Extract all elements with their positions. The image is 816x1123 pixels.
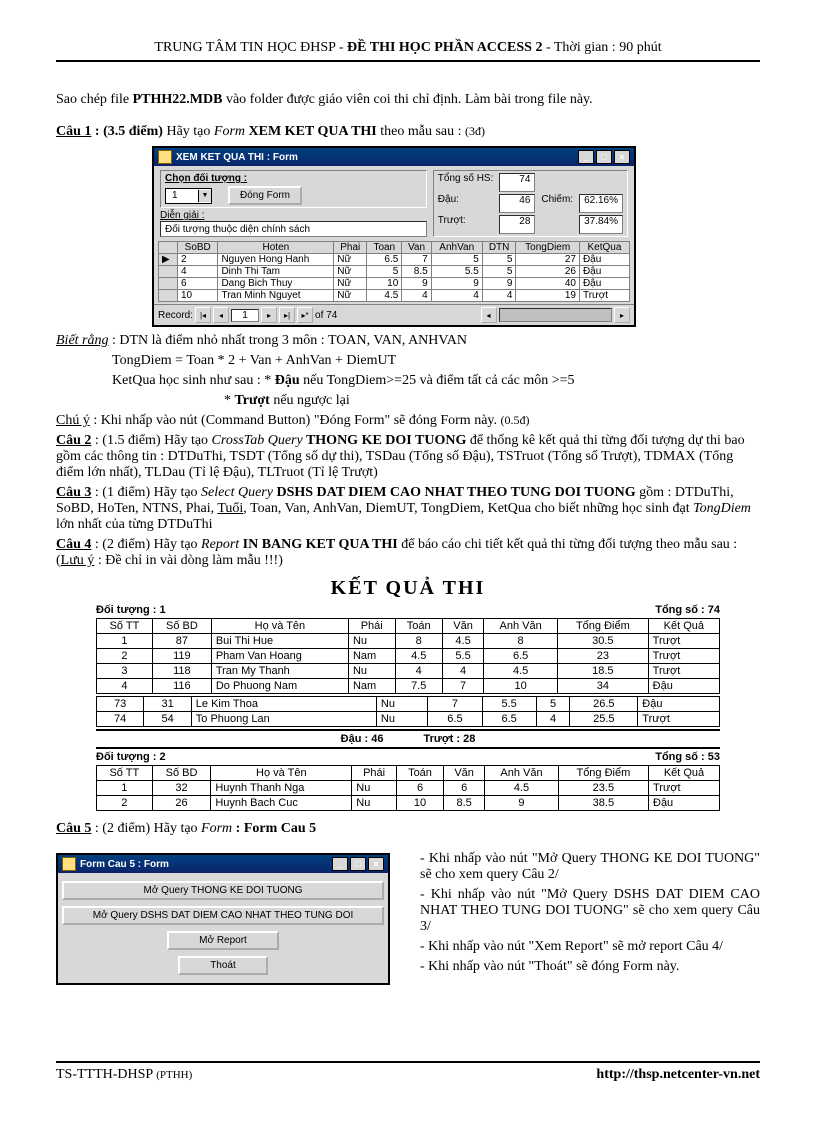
truot-value: 28 bbox=[499, 215, 535, 234]
form-cau5-window: Form Cau 5 : Form _ □ × Mở Query THONG K… bbox=[56, 853, 390, 985]
tongdiem-formula: TongDiem = Toan * 2 + Van + AnhVan + Die… bbox=[112, 353, 760, 369]
question-1: Câu 1 : (3.5 điểm) Hãy tạo Form XEM KET … bbox=[56, 124, 760, 140]
report-table-2: Số TTSố BDHọ và TênPháiToánVănAnh VănTổn… bbox=[96, 765, 720, 811]
tongso-value: 74 bbox=[499, 173, 535, 192]
titlebar: XEM KET QUA THI : Form _ □ × bbox=[154, 148, 634, 166]
question-4: Câu 4 : (2 điểm) Hãy tạo Report IN BANG … bbox=[56, 537, 760, 569]
hscroll-left-icon[interactable]: ◂ bbox=[481, 307, 497, 323]
open-report-button[interactable]: Mở Report bbox=[167, 931, 279, 950]
close-icon[interactable]: × bbox=[368, 857, 384, 871]
chiem-value: 62.16% bbox=[579, 194, 623, 213]
header-title: ĐỀ THI HỌC PHẦN ACCESS 2 bbox=[347, 40, 542, 55]
footer-left: TS-TTTH-DHSP (PTHH) bbox=[56, 1067, 192, 1083]
chon-doituong-label: Chọn đối tượng : bbox=[165, 173, 422, 184]
header-right: - Thời gian : 90 phút bbox=[542, 40, 661, 55]
prev-record-icon[interactable]: ◂ bbox=[213, 307, 229, 323]
report-table-1b: 7331Le Kim ThoaNu75.5526.5Đậu7454To Phuo… bbox=[96, 696, 720, 727]
data-grid[interactable]: SoBDHotenPhaiToanVanAnhVanDTNTongDiemKet… bbox=[158, 241, 630, 302]
maximize-icon[interactable]: □ bbox=[350, 857, 366, 871]
exit-button[interactable]: Thoát bbox=[178, 956, 268, 975]
doituong-combo[interactable]: 1 ▼ bbox=[165, 188, 212, 204]
report-table-1a: Số TTSố BDHọ và TênPháiToánVănAnh VănTổn… bbox=[96, 618, 720, 694]
new-record-icon[interactable]: ▸* bbox=[297, 307, 313, 323]
dau-value: 46 bbox=[499, 194, 535, 213]
report-group-1-header: Đối tượng : 1 Tổng số : 74 bbox=[96, 604, 720, 616]
maximize-icon[interactable]: □ bbox=[596, 150, 612, 164]
record-navigator[interactable]: Record: |◂ ◂ 1 ▸ ▸| ▸* of 74 ◂ ▸ bbox=[154, 304, 634, 325]
report-body: Đối tượng : 1 Tổng số : 74 Số TTSố BDHọ … bbox=[96, 604, 720, 811]
window-title: XEM KET QUA THI : Form bbox=[176, 152, 298, 163]
hscrollbar[interactable] bbox=[499, 308, 612, 322]
question-5: Câu 5 : (2 điểm) Hãy tạo Form : Form Cau… bbox=[56, 821, 760, 837]
diengiai-field: Đối tượng thuộc diện chính sách bbox=[160, 221, 427, 237]
footer-right: http://thsp.netcenter-vn.net bbox=[596, 1067, 760, 1083]
form-icon bbox=[62, 857, 76, 871]
record-position[interactable]: 1 bbox=[231, 309, 259, 322]
report-title: KẾT QUẢ THI bbox=[56, 577, 760, 600]
ketqua-rule-2: * Trượt nếu ngược lại bbox=[224, 393, 760, 409]
access-form-window: XEM KET QUA THI : Form _ □ × Chọn đối tư… bbox=[152, 146, 636, 327]
last-record-icon[interactable]: ▸| bbox=[279, 307, 295, 323]
first-record-icon[interactable]: |◂ bbox=[195, 307, 211, 323]
chuy-line: Chú ý : Khi nhấp vào nút (Command Button… bbox=[56, 413, 760, 429]
page-footer: TS-TTTH-DHSP (PTHH) http://thsp.netcente… bbox=[56, 1061, 760, 1083]
report-group-2-header: Đối tượng : 2 Tổng số : 53 bbox=[96, 751, 720, 763]
next-record-icon[interactable]: ▸ bbox=[261, 307, 277, 323]
intro-text: Sao chép file PTHH22.MDB vào folder được… bbox=[56, 92, 760, 108]
hscroll-right-icon[interactable]: ▸ bbox=[614, 307, 630, 323]
ketqua-rule-1: KetQua học sinh như sau : * Đậu nếu Tong… bbox=[112, 373, 760, 389]
header-left: TRUNG TÂM TIN HỌC ĐHSP - bbox=[154, 40, 347, 55]
close-form-button[interactable]: Đóng Form bbox=[228, 186, 302, 205]
open-query-dshs-button[interactable]: Mở Query DSHS DAT DIEM CAO NHAT THEO TUN… bbox=[62, 906, 384, 925]
bietrang-line: Biết rằng : DTN là điểm nhỏ nhất trong 3… bbox=[56, 333, 760, 349]
minimize-icon[interactable]: _ bbox=[332, 857, 348, 871]
close-icon[interactable]: × bbox=[614, 150, 630, 164]
minimize-icon[interactable]: _ bbox=[578, 150, 594, 164]
diengiai-label: Diễn giải : bbox=[160, 210, 427, 221]
chevron-down-icon[interactable]: ▼ bbox=[198, 190, 211, 202]
report-group-1-summary: Đậu : 46 Trượt : 28 bbox=[96, 729, 720, 749]
page-header: TRUNG TÂM TIN HỌC ĐHSP - ĐỀ THI HỌC PHẦN… bbox=[56, 40, 760, 62]
truot-pct: 37.84% bbox=[579, 215, 623, 234]
stats-box: Tổng số HS: 74 Đậu: 46 Chiếm: 62.16% Trư… bbox=[433, 170, 628, 237]
question-2: Câu 2 : (1.5 điểm) Hãy tạo CrossTab Quer… bbox=[56, 433, 760, 481]
form-cau5-explain: Khi nhấp vào nút "Mở Query THONG KE DOI … bbox=[420, 847, 760, 979]
form-cau5-titlebar: Form Cau 5 : Form _ □ × bbox=[58, 855, 388, 873]
question-3: Câu 3 : (1 điểm) Hãy tạo Select Query DS… bbox=[56, 485, 760, 533]
open-query-thongke-button[interactable]: Mở Query THONG KE DOI TUONG bbox=[62, 881, 384, 900]
form-cau5-title: Form Cau 5 : Form bbox=[80, 859, 169, 870]
form-icon bbox=[158, 150, 172, 164]
